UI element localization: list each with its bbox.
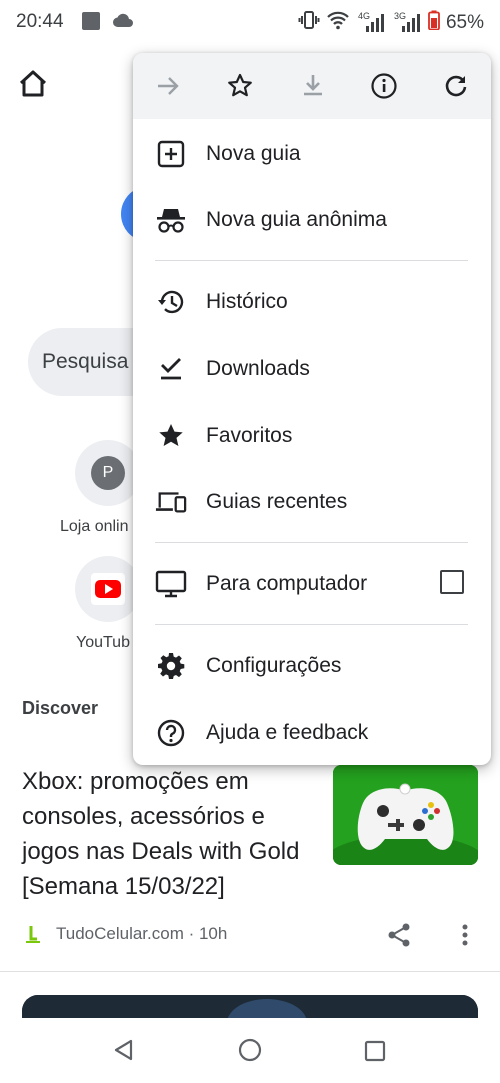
more-vert-icon <box>462 924 468 946</box>
notification-square-icon <box>82 12 100 30</box>
status-time: 20:44 <box>16 11 64 32</box>
menu-item-label: Nova guia <box>206 142 301 165</box>
share-button[interactable] <box>386 922 412 953</box>
menu-item-history[interactable]: Histórico <box>133 269 491 335</box>
xbox-controller-image <box>333 765 478 865</box>
bookmark-star-button[interactable] <box>222 68 258 104</box>
menu-item-label: Configurações <box>206 654 342 677</box>
menu-item-incognito-tab[interactable]: Nova guia anônima <box>133 187 491 253</box>
article-source-row: TudoCelular.com · 10h <box>22 923 227 945</box>
home-icon <box>19 70 47 97</box>
recents-square-icon <box>364 1040 386 1062</box>
menu-item-label: Favoritos <box>206 424 293 447</box>
shortcut-tile-youtube[interactable] <box>75 556 141 622</box>
menu-item-recent-tabs[interactable]: Guias recentes <box>133 469 491 535</box>
nav-recents-button[interactable] <box>364 1040 386 1067</box>
devices-icon <box>155 486 187 518</box>
wifi-icon <box>326 9 350 36</box>
vibrate-icon <box>298 9 320 36</box>
discover-heading: Discover <box>22 698 99 718</box>
info-icon <box>371 73 397 99</box>
page-info-button[interactable] <box>366 68 402 104</box>
article-title[interactable]: Xbox: promoções em consoles, acessórios … <box>22 764 322 904</box>
gear-icon <box>155 650 187 682</box>
menu-item-label: Histórico <box>206 290 288 313</box>
forward-button[interactable] <box>150 68 186 104</box>
menu-toolbar <box>133 53 491 119</box>
article-thumbnail[interactable] <box>333 765 478 865</box>
signal-3g-icon: 3G <box>392 11 422 34</box>
refresh-icon <box>445 75 467 97</box>
menu-item-downloads[interactable]: Downloads <box>133 336 491 402</box>
nav-home-button[interactable] <box>237 1037 263 1068</box>
tile-label-loja: Loja onlin <box>60 518 129 535</box>
share-icon <box>388 923 410 947</box>
menu-item-label: Downloads <box>206 357 310 380</box>
menu-item-label: Guias recentes <box>206 490 348 513</box>
incognito-icon <box>155 204 187 236</box>
shortcut-tile-loja[interactable]: P <box>75 440 141 506</box>
chrome-overflow-menu: Nova guia Nova guia anônima Histórico Do… <box>133 53 491 765</box>
star-filled-icon <box>155 420 187 452</box>
menu-item-desktop-site[interactable]: Para computador <box>133 551 491 617</box>
menu-item-label: Para computador <box>206 572 368 595</box>
desktop-icon <box>155 568 187 600</box>
source-logo-icon <box>26 926 40 943</box>
tile-letter-avatar: P <box>91 456 125 490</box>
youtube-icon <box>91 573 125 605</box>
help-icon <box>155 717 187 749</box>
menu-divider <box>155 260 468 261</box>
article-more-button[interactable] <box>455 922 475 953</box>
menu-divider <box>155 542 468 543</box>
search-placeholder: Pesquisa <box>42 350 129 373</box>
new-tab-icon <box>155 138 187 170</box>
download-icon <box>304 75 322 96</box>
menu-divider <box>155 624 468 625</box>
refresh-button[interactable] <box>438 68 474 104</box>
article-source: TudoCelular.com · 10h <box>56 924 228 943</box>
feed-divider <box>0 971 500 972</box>
status-bar: 20:44 4G 3G 65% <box>0 0 500 44</box>
download-done-icon <box>155 353 187 385</box>
menu-item-help-feedback[interactable]: Ajuda e feedback <box>133 700 491 765</box>
desktop-site-checkbox[interactable] <box>440 570 464 594</box>
forward-icon <box>158 77 179 95</box>
signal-4g-icon: 4G <box>356 11 386 34</box>
menu-item-bookmarks[interactable]: Favoritos <box>133 403 491 469</box>
battery-icon <box>428 10 440 35</box>
back-triangle-icon <box>114 1039 133 1061</box>
star-outline-icon <box>228 73 252 97</box>
download-page-button[interactable] <box>295 68 331 104</box>
menu-item-label: Ajuda e feedback <box>206 721 369 744</box>
menu-item-settings[interactable]: Configurações <box>133 633 491 699</box>
menu-item-new-tab[interactable]: Nova guia <box>133 121 491 187</box>
history-icon <box>155 286 187 318</box>
home-button[interactable] <box>18 70 48 103</box>
home-circle-icon <box>238 1038 262 1062</box>
system-nav-bar <box>0 1018 500 1083</box>
menu-item-label: Nova guia anônima <box>206 208 387 231</box>
cloud-icon <box>112 11 134 34</box>
tile-label-youtube: YouTub <box>76 634 130 651</box>
nav-back-button[interactable] <box>112 1038 136 1067</box>
battery-level: 65% <box>445 11 484 33</box>
